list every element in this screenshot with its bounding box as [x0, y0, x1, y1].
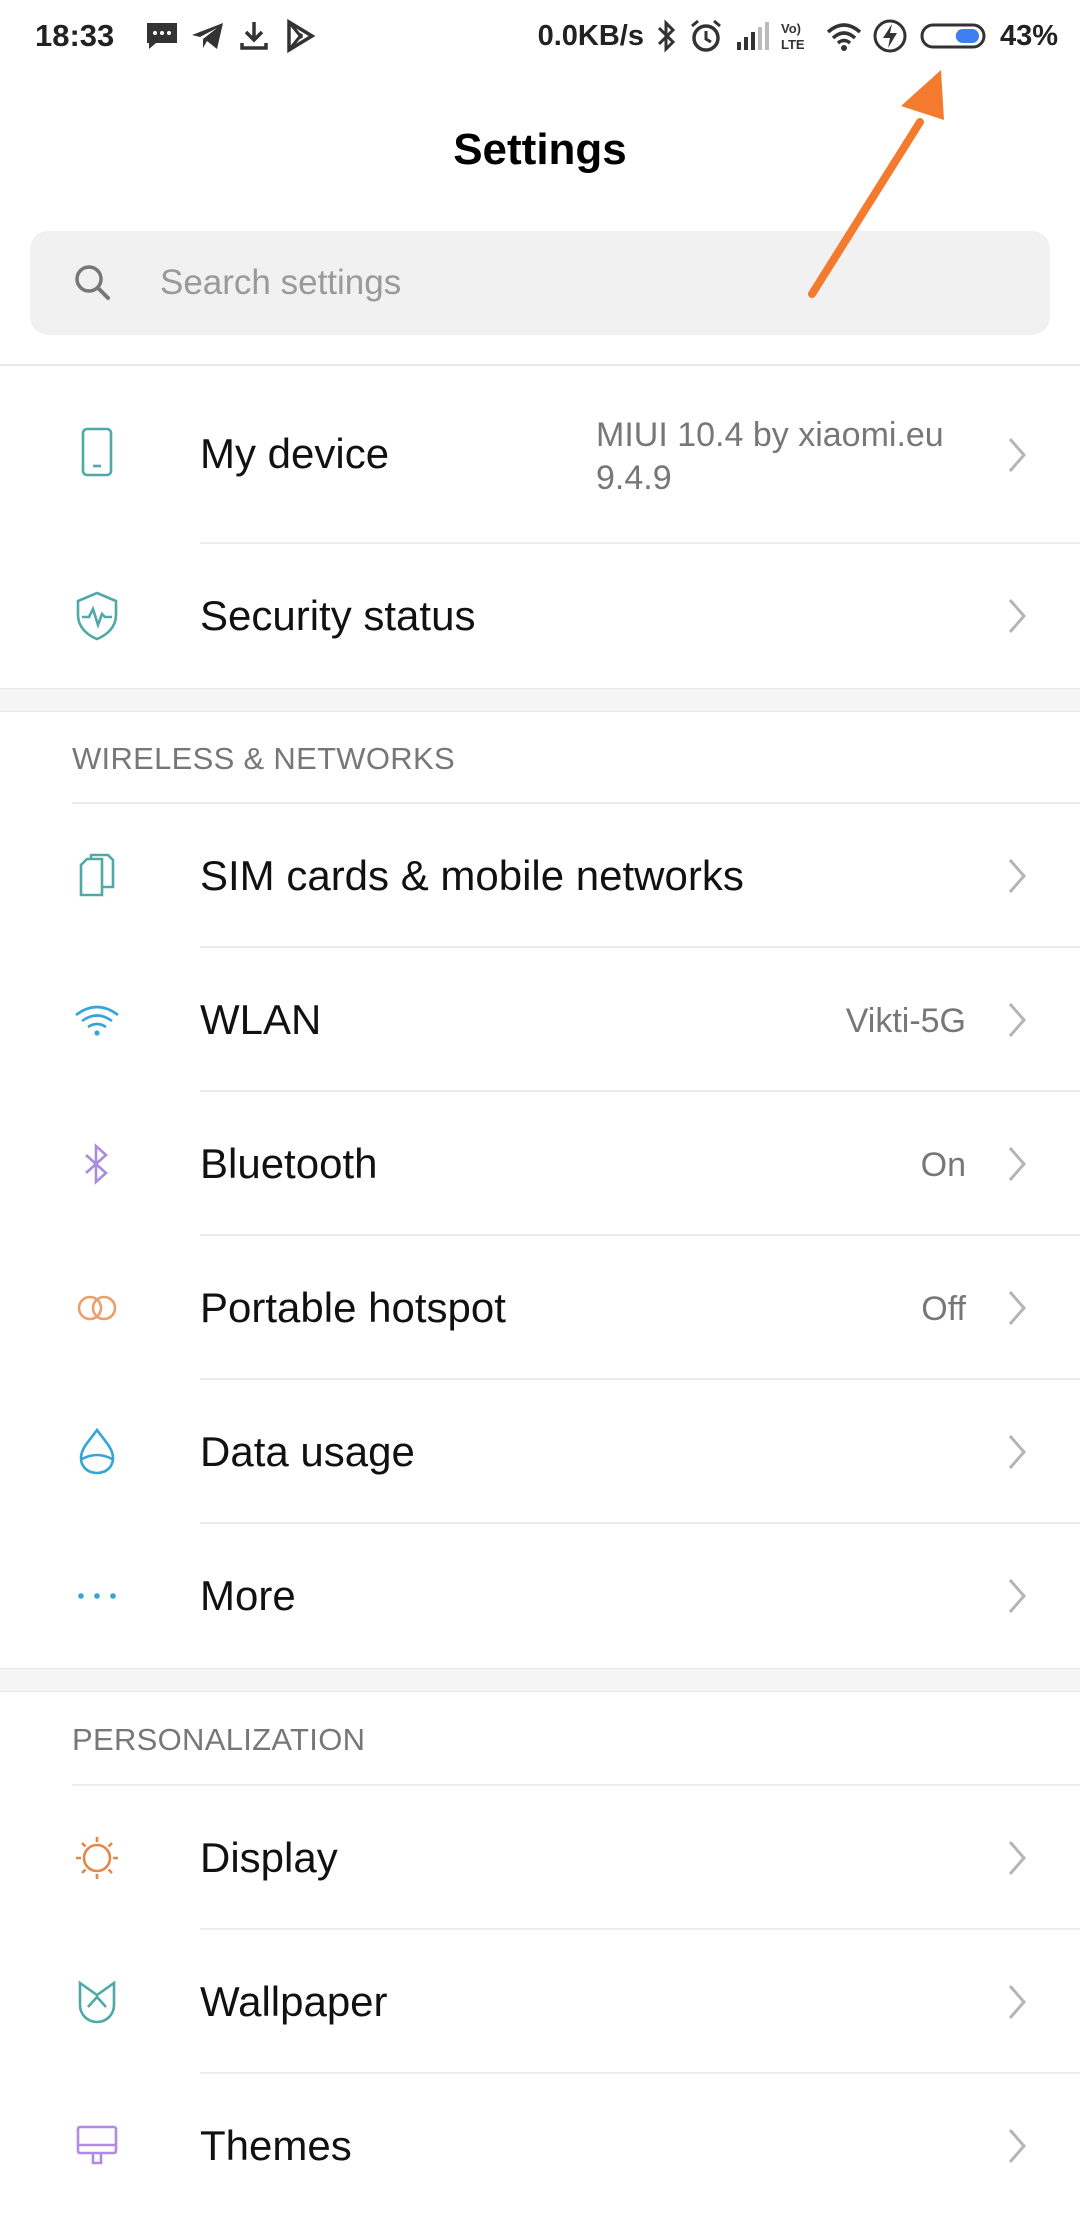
settings-item-wallpaper[interactable]: Wallpaper	[0, 1930, 1080, 2074]
message-icon	[142, 16, 182, 56]
download-icon	[234, 16, 274, 56]
item-label: Display	[200, 1834, 338, 1881]
chevron-right-icon	[1002, 1286, 1032, 1330]
phone-icon	[68, 424, 126, 482]
wifi-icon	[68, 991, 126, 1049]
item-label: My device	[200, 430, 390, 477]
chevron-right-icon	[1002, 1142, 1032, 1186]
telegram-icon	[188, 16, 228, 56]
battery-percent: 43%	[999, 19, 1058, 52]
hotspot-icon	[68, 1279, 126, 1337]
settings-item-themes[interactable]: Themes	[0, 2074, 1080, 2218]
settings-item-my-device[interactable]: My device MIUI 10.4 by xiaomi.eu 9.4.9	[0, 366, 1080, 544]
chevron-right-icon	[1002, 1836, 1032, 1880]
status-bar-right: 0.0KB/s Vo) LTE 43%	[538, 16, 1058, 56]
wifi-icon	[824, 16, 864, 56]
settings-item-security-status[interactable]: Security status	[0, 544, 1080, 688]
search-placeholder: Search settings	[160, 263, 402, 302]
device-build: 9.4.9	[596, 459, 672, 497]
volte-icon: Vo) LTE	[778, 16, 818, 56]
play-store-icon	[280, 16, 320, 56]
settings-item-display[interactable]: Display	[0, 1786, 1080, 1930]
themes-icon	[68, 2117, 126, 2175]
chevron-right-icon	[1002, 433, 1032, 477]
network-speed: 0.0KB/s	[537, 19, 644, 52]
wallpaper-icon	[68, 1973, 126, 2031]
item-value: Vikti-5G	[845, 1002, 966, 1040]
item-label: Data usage	[200, 1428, 415, 1475]
bluetooth-icon	[68, 1135, 126, 1193]
sim-cards-icon	[68, 847, 126, 905]
charging-icon	[870, 16, 910, 56]
battery-icon	[920, 16, 990, 56]
item-label: Portable hotspot	[200, 1284, 506, 1331]
status-bar: 18:33 0.0KB/s Vo) LTE 43%	[0, 0, 1080, 78]
signal-icon	[732, 16, 772, 56]
data-drop-icon	[68, 1423, 126, 1481]
item-label: Wallpaper	[200, 1978, 388, 2025]
chevron-right-icon	[1002, 1430, 1032, 1474]
chevron-right-icon	[1002, 2124, 1032, 2168]
item-value: MIUI 10.4 by xiaomi.eu 9.4.9	[596, 414, 944, 500]
item-label: Bluetooth	[200, 1140, 378, 1187]
status-bar-left: 18:33	[35, 16, 320, 56]
chevron-right-icon	[1002, 1574, 1032, 1618]
item-label: Security status	[200, 592, 476, 639]
item-value: On	[920, 1146, 966, 1184]
bluetooth-icon	[654, 16, 680, 56]
alarm-icon	[686, 16, 726, 56]
section-header-wireless: WIRELESS & NETWORKS	[72, 741, 455, 776]
status-time: 18:33	[35, 18, 115, 53]
page-title: Settings	[453, 125, 627, 174]
chevron-right-icon	[1002, 998, 1032, 1042]
display-sun-icon	[68, 1829, 126, 1887]
settings-item-bluetooth[interactable]: Bluetooth On	[0, 1092, 1080, 1236]
section-gap	[0, 688, 1080, 712]
search-input[interactable]: Search settings	[30, 231, 1050, 335]
search-icon	[70, 260, 116, 306]
shield-icon	[68, 587, 126, 645]
item-value: Off	[921, 1290, 966, 1328]
item-label: Themes	[200, 2122, 352, 2169]
chevron-right-icon	[1002, 1980, 1032, 2024]
settings-item-wlan[interactable]: WLAN Vikti-5G	[0, 948, 1080, 1092]
item-label: More	[200, 1572, 296, 1619]
section-header-personalization: PERSONALIZATION	[72, 1722, 366, 1757]
svg-text:Vo): Vo)	[781, 21, 801, 36]
item-label: SIM cards & mobile networks	[200, 852, 744, 899]
more-dots-icon	[68, 1567, 126, 1625]
item-label: WLAN	[200, 996, 322, 1043]
settings-item-portable-hotspot[interactable]: Portable hotspot Off	[0, 1236, 1080, 1380]
chevron-right-icon	[1002, 594, 1032, 638]
device-version: MIUI 10.4 by xiaomi.eu	[596, 416, 944, 454]
settings-item-more[interactable]: More	[0, 1524, 1080, 1668]
svg-text:LTE: LTE	[781, 37, 805, 52]
section-gap	[0, 1668, 1080, 1692]
settings-item-sim-cards[interactable]: SIM cards & mobile networks	[0, 804, 1080, 948]
chevron-right-icon	[1002, 854, 1032, 898]
settings-item-data-usage[interactable]: Data usage	[0, 1380, 1080, 1524]
